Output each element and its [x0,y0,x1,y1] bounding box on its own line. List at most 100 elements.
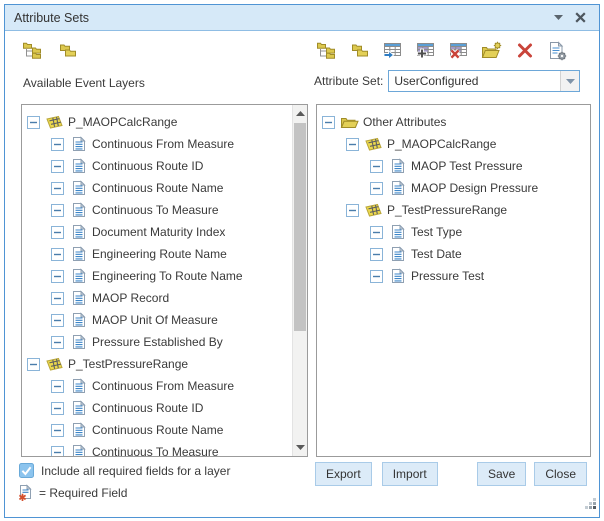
collapse-toggle-icon[interactable] [370,182,383,195]
tree-view-icon[interactable] [316,40,337,61]
available-layer-row[interactable]: Engineering Route Name [22,243,307,265]
collapse-toggle-icon[interactable] [346,204,359,217]
tree-item-label: P_TestPressureRange [68,357,188,371]
available-layer-row[interactable]: Pressure Established By [22,331,307,353]
attribute-set-label: Attribute Set: [314,74,383,88]
scroll-down-icon[interactable] [293,440,307,455]
titlebar-buttons [554,12,590,23]
collapse-toggle-icon[interactable] [51,226,64,239]
collapse-toggle-icon[interactable] [51,314,64,327]
collapse-toggle-icon[interactable] [370,248,383,261]
available-layer-row[interactable]: Continuous From Measure [22,375,307,397]
close-icon[interactable] [575,12,586,23]
folders-icon[interactable] [349,40,370,61]
available-layer-row[interactable]: MAOP Unit Of Measure [22,309,307,331]
collapse-toggle-icon[interactable] [51,446,64,458]
include-required-fields-checkbox[interactable] [19,463,34,478]
attribute-set-row[interactable]: Pressure Test [317,265,590,287]
tree-item-label: Test Type [411,225,462,239]
close-button[interactable]: Close [534,462,587,486]
tree-item-label: Continuous To Measure [92,445,219,457]
new-attribute-set-icon[interactable] [481,40,502,61]
import-button[interactable]: Import [382,462,438,486]
folders-icon[interactable] [57,40,78,61]
chevron-down-icon[interactable] [560,71,579,91]
field-icon [69,158,88,174]
field-icon [388,158,407,174]
report-options-icon[interactable] [547,40,568,61]
available-layer-row[interactable]: Continuous Route ID [22,397,307,419]
attribute-set-row[interactable]: Test Date [317,243,590,265]
available-layer-row[interactable]: Continuous Route ID [22,155,307,177]
tree-item-label: Other Attributes [363,115,446,129]
collapse-toggle-icon[interactable] [370,226,383,239]
available-layer-row[interactable]: P_MAOPCalcRange [22,111,307,133]
attribute-set-row[interactable]: MAOP Test Pressure [317,155,590,177]
collapse-toggle-icon[interactable] [51,380,64,393]
tree-item-label: P_MAOPCalcRange [68,115,177,129]
left-tree-scrollbar[interactable] [292,105,307,456]
required-field-icon [18,484,33,502]
collapse-toggle-icon[interactable] [322,116,335,129]
table-add-icon[interactable] [415,40,436,61]
attribute-set-panel: Other Attributes P_MAOPCalcRange MAOP Test… [316,104,591,457]
available-layer-row[interactable]: Engineering To Route Name [22,265,307,287]
available-layer-row[interactable]: Continuous From Measure [22,133,307,155]
collapse-toggle-icon[interactable] [51,424,64,437]
titlebar-menu-chevron-icon[interactable] [554,15,563,20]
scrollbar-thumb[interactable] [294,123,306,331]
event-layer-icon [364,203,383,218]
collapse-toggle-icon[interactable] [370,270,383,283]
export-button[interactable]: Export [315,462,372,486]
collapse-toggle-icon[interactable] [27,116,40,129]
tree-view-icon[interactable] [22,40,43,61]
tree-item-label: Document Maturity Index [92,225,225,239]
table-delete-icon[interactable] [448,40,469,61]
collapse-toggle-icon[interactable] [346,138,359,151]
attribute-set-row[interactable]: Test Type [317,221,590,243]
collapse-toggle-icon[interactable] [370,160,383,173]
attribute-set-row[interactable]: Other Attributes [317,111,590,133]
scroll-up-icon[interactable] [293,106,307,121]
collapse-toggle-icon[interactable] [51,270,64,283]
tree-item-label: MAOP Record [92,291,169,305]
delete-icon[interactable] [514,40,535,61]
available-layers-tree: P_MAOPCalcRangeContinuous From MeasureCo… [22,105,307,457]
field-icon [69,444,88,457]
collapse-toggle-icon[interactable] [51,204,64,217]
collapse-toggle-icon[interactable] [51,292,64,305]
attribute-set-row[interactable]: P_MAOPCalcRange [317,133,590,155]
tree-item-label: Pressure Established By [92,335,223,349]
tree-item-label: MAOP Design Pressure [411,181,538,195]
collapse-toggle-icon[interactable] [51,248,64,261]
tree-item-label: Continuous From Measure [92,379,234,393]
attribute-set-row[interactable]: P_TestPressureRange [317,199,590,221]
field-icon [69,312,88,328]
available-layer-row[interactable]: MAOP Record [22,287,307,309]
collapse-toggle-icon[interactable] [51,402,64,415]
available-layer-row[interactable]: Continuous To Measure [22,199,307,221]
collapse-toggle-icon[interactable] [51,138,64,151]
collapse-toggle-icon[interactable] [51,182,64,195]
available-layer-row[interactable]: Document Maturity Index [22,221,307,243]
event-layer-icon [45,357,64,372]
save-button[interactable]: Save [477,462,526,486]
available-layer-row[interactable]: Continuous To Measure [22,441,307,457]
required-field-label: = Required Field [39,486,127,500]
import-export-buttons: Export Import [315,462,438,486]
attribute-set-dropdown[interactable]: UserConfigured [388,70,580,92]
available-layer-row[interactable]: Continuous Route Name [22,419,307,441]
collapse-toggle-icon[interactable] [51,336,64,349]
available-event-layers-panel: P_MAOPCalcRangeContinuous From MeasureCo… [21,104,308,457]
tree-item-label: MAOP Test Pressure [411,159,523,173]
table-export-icon[interactable] [382,40,403,61]
available-layer-row[interactable]: Continuous Route Name [22,177,307,199]
tree-item-label: Test Date [411,247,462,261]
collapse-toggle-icon[interactable] [51,160,64,173]
field-icon [69,180,88,196]
field-icon [69,136,88,152]
available-layer-row[interactable]: P_TestPressureRange [22,353,307,375]
attribute-set-row[interactable]: MAOP Design Pressure [317,177,590,199]
resize-grip[interactable] [585,497,597,515]
collapse-toggle-icon[interactable] [27,358,40,371]
